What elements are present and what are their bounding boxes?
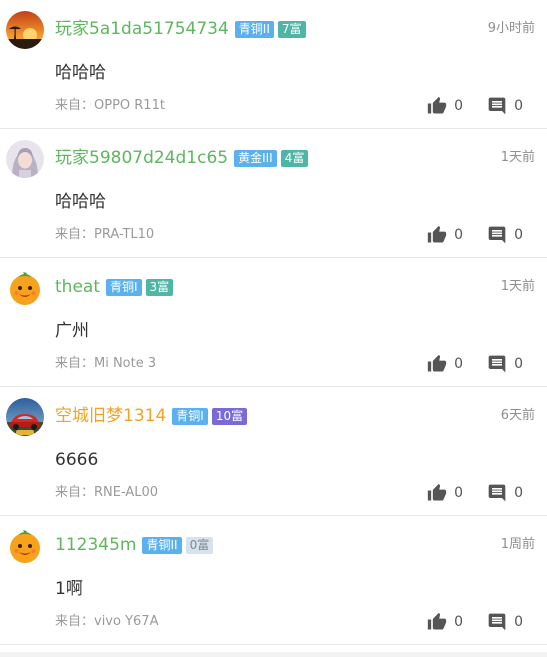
like-button[interactable]: 0 — [427, 612, 463, 632]
post-source: 来自：OPPO R11t — [55, 98, 165, 113]
timestamp: 9小时前 — [487, 21, 535, 36]
username[interactable]: theat — [55, 276, 100, 298]
like-button[interactable]: 0 — [427, 96, 463, 116]
comment-feed: 玩家5a1da51754734 青铜II 7富 9小时前 哈哈哈 来自：OPPO… — [0, 0, 547, 645]
timestamp: 1周前 — [500, 537, 535, 552]
post-content: 哈哈哈 — [55, 192, 106, 212]
post-header: 玩家5a1da51754734 青铜II 7富 — [55, 18, 310, 40]
wealth-badge: 4富 — [280, 149, 309, 167]
like-count: 0 — [454, 485, 464, 501]
post-actions: 0 0 — [427, 611, 547, 633]
avatar[interactable] — [6, 140, 44, 178]
like-button[interactable]: 0 — [427, 225, 463, 245]
like-count: 0 — [454, 98, 464, 114]
post-actions: 0 0 — [427, 224, 547, 246]
rank-badge: 青铜II — [234, 20, 274, 38]
username[interactable]: 112345m — [55, 534, 136, 556]
comment-button[interactable]: 0 — [487, 612, 523, 632]
like-count: 0 — [454, 356, 464, 372]
comment-count: 0 — [514, 485, 523, 501]
like-count: 0 — [454, 614, 464, 630]
thumbs-up-icon — [427, 483, 447, 501]
comment-icon — [488, 613, 506, 631]
avatar-car-image — [6, 398, 44, 436]
wealth-badge: 0富 — [185, 536, 214, 554]
list-item: 空城旧梦1314 青铜I 10富 6天前 6666 来自：RNE-AL00 0 … — [0, 387, 547, 516]
comment-icon — [488, 226, 506, 244]
post-content: 1啊 — [55, 579, 83, 599]
comment-count: 0 — [514, 614, 523, 630]
timestamp: 1天前 — [500, 150, 535, 165]
post-source: 来自：RNE-AL00 — [55, 485, 159, 500]
avatar-orange-mascot-image — [6, 269, 44, 307]
avatar-portrait-image — [6, 140, 44, 178]
avatar[interactable] — [6, 269, 44, 307]
username[interactable]: 玩家5a1da51754734 — [55, 18, 229, 40]
post-content: 哈哈哈 — [55, 63, 106, 83]
post-actions: 0 0 — [427, 482, 547, 504]
comment-count: 0 — [514, 98, 523, 114]
post-actions: 0 0 — [427, 95, 547, 117]
wealth-badge: 3富 — [145, 278, 174, 296]
comment-icon — [488, 355, 506, 373]
list-item: 112345m 青铜II 0富 1周前 1啊 来自：vivo Y67A 0 0 — [0, 516, 547, 645]
comment-count: 0 — [514, 356, 523, 372]
comment-button[interactable]: 0 — [487, 225, 523, 245]
thumbs-up-icon — [427, 612, 447, 630]
thumbs-up-icon — [427, 225, 447, 243]
post-source: 来自：vivo Y67A — [55, 614, 159, 629]
post-header: theat 青铜I 3富 — [55, 276, 177, 298]
list-item: 玩家59807d24d1c65 黄金III 4富 1天前 哈哈哈 来自：PRA-… — [0, 129, 547, 258]
comment-button[interactable]: 0 — [487, 96, 523, 116]
avatar-orange-mascot-image — [6, 527, 44, 565]
avatar[interactable] — [6, 11, 44, 49]
comment-button[interactable]: 0 — [487, 354, 523, 374]
like-button[interactable]: 0 — [427, 354, 463, 374]
post-header: 112345m 青铜II 0富 — [55, 534, 217, 556]
username[interactable]: 玩家59807d24d1c65 — [55, 147, 228, 169]
list-item: theat 青铜I 3富 1天前 广州 来自：Mi Note 3 0 0 — [0, 258, 547, 387]
post-source: 来自：PRA-TL10 — [55, 227, 155, 242]
rank-badge: 黄金III — [234, 149, 277, 167]
rank-badge: 青铜I — [172, 407, 208, 425]
comment-icon — [488, 484, 506, 502]
post-actions: 0 0 — [427, 353, 547, 375]
timestamp: 6天前 — [500, 408, 535, 423]
timestamp: 1天前 — [500, 279, 535, 294]
list-item: 玩家5a1da51754734 青铜II 7富 9小时前 哈哈哈 来自：OPPO… — [0, 0, 547, 129]
wealth-badge: 7富 — [277, 20, 306, 38]
post-source: 来自：Mi Note 3 — [55, 356, 157, 371]
username[interactable]: 空城旧梦1314 — [55, 405, 166, 427]
post-header: 空城旧梦1314 青铜I 10富 — [55, 405, 251, 427]
thumbs-up-icon — [427, 354, 447, 372]
bottom-divider — [0, 652, 547, 657]
like-count: 0 — [454, 227, 464, 243]
post-content: 6666 — [55, 450, 99, 470]
rank-badge: 青铜II — [142, 536, 182, 554]
wealth-badge: 10富 — [211, 407, 248, 425]
avatar-sunset-image — [6, 11, 44, 49]
rank-badge: 青铜I — [105, 278, 142, 296]
post-header: 玩家59807d24d1c65 黄金III 4富 — [55, 147, 312, 169]
like-button[interactable]: 0 — [427, 483, 463, 503]
post-content: 广州 — [55, 321, 89, 341]
avatar[interactable] — [6, 398, 44, 436]
comment-count: 0 — [514, 227, 523, 243]
avatar[interactable] — [6, 527, 44, 565]
comment-icon — [488, 97, 506, 115]
thumbs-up-icon — [427, 96, 447, 114]
comment-button[interactable]: 0 — [487, 483, 523, 503]
